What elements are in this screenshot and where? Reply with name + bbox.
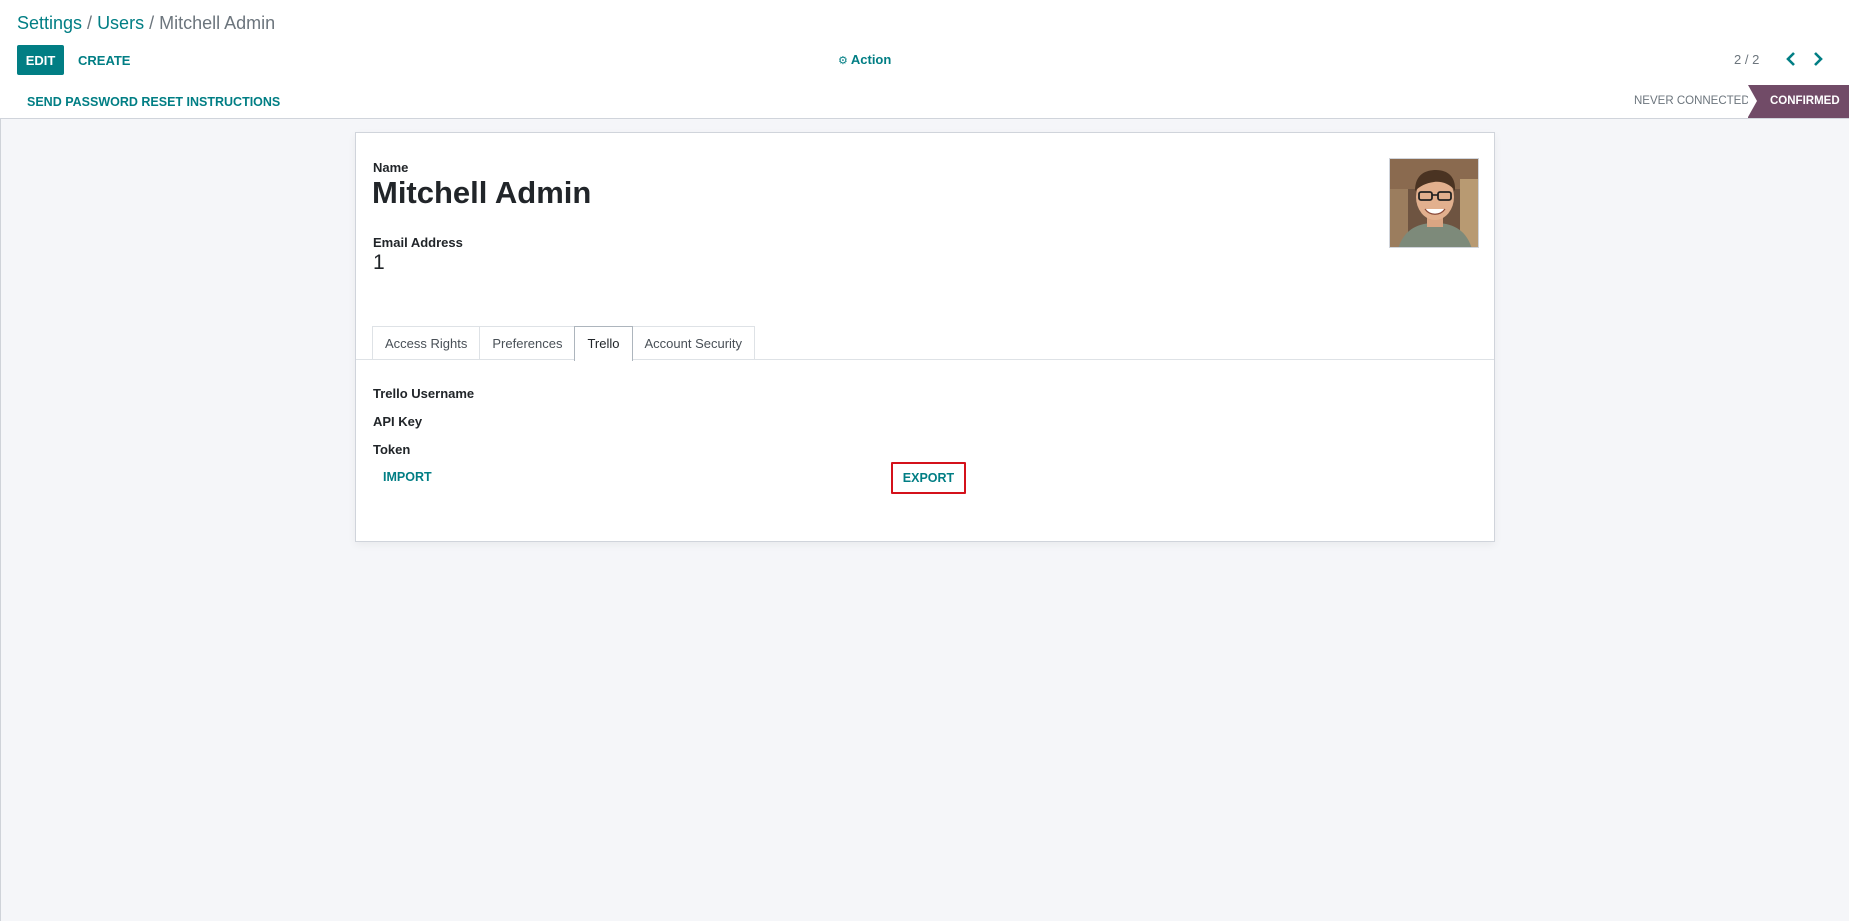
form-tabs: Access Rights Preferences Trello Account… <box>372 326 756 361</box>
email-label: Email Address <box>373 235 463 250</box>
breadcrumb-settings[interactable]: Settings <box>17 13 82 33</box>
tab-divider <box>356 359 1494 360</box>
action-menu[interactable]: ⚙ Action <box>838 50 891 70</box>
tab-access-rights[interactable]: Access Rights <box>372 326 481 360</box>
token-label: Token <box>373 442 411 457</box>
stage-never-connected: NEVER CONNECTED <box>1624 85 1760 118</box>
gear-icon: ⚙ <box>838 55 848 67</box>
breadcrumb-separator: / <box>87 13 93 33</box>
export-button[interactable]: EXPORT <box>891 462 966 494</box>
send-password-reset-button[interactable]: SEND PASSWORD RESET INSTRUCTIONS <box>27 94 280 110</box>
action-label: Action <box>850 52 892 67</box>
user-photo <box>1390 159 1478 247</box>
control-panel: Settings / Users / Mitchell Admin EDIT CREAT… <box>0 0 1849 86</box>
trello-username-label: Trello Username <box>373 386 475 401</box>
form-sheet: Name Mitchell Admin Email Address 1 Acce… <box>355 132 1495 542</box>
stage-confirmed: CONFIRMED <box>1748 85 1849 118</box>
import-button[interactable]: IMPORT <box>383 470 432 484</box>
pager-value[interactable]: 2 / 2 <box>1734 50 1759 70</box>
window-left-edge <box>0 0 1 921</box>
breadcrumb-users[interactable]: Users <box>97 13 144 33</box>
create-button[interactable]: CREATE <box>70 45 138 75</box>
tab-trello[interactable]: Trello <box>574 326 633 361</box>
breadcrumb: Settings / Users / Mitchell Admin <box>17 12 275 34</box>
edit-button[interactable]: EDIT <box>17 45 64 75</box>
pager-previous-button[interactable] <box>1779 46 1803 72</box>
api-key-label: API Key <box>373 414 423 429</box>
pager-next-button[interactable] <box>1806 46 1830 72</box>
chevron-left-icon <box>1786 52 1795 66</box>
tab-account-security[interactable]: Account Security <box>631 326 756 360</box>
user-name-value: Mitchell Admin <box>372 175 592 210</box>
email-value: 1 <box>373 251 385 274</box>
avatar[interactable] <box>1389 158 1479 248</box>
tab-preferences[interactable]: Preferences <box>479 326 576 360</box>
name-label: Name <box>373 160 409 175</box>
form-statusbar: SEND PASSWORD RESET INSTRUCTIONS NEVER C… <box>0 85 1849 119</box>
breadcrumb-separator: / <box>149 13 155 33</box>
breadcrumb-current: Mitchell Admin <box>159 13 276 33</box>
chevron-right-icon <box>1814 52 1823 66</box>
